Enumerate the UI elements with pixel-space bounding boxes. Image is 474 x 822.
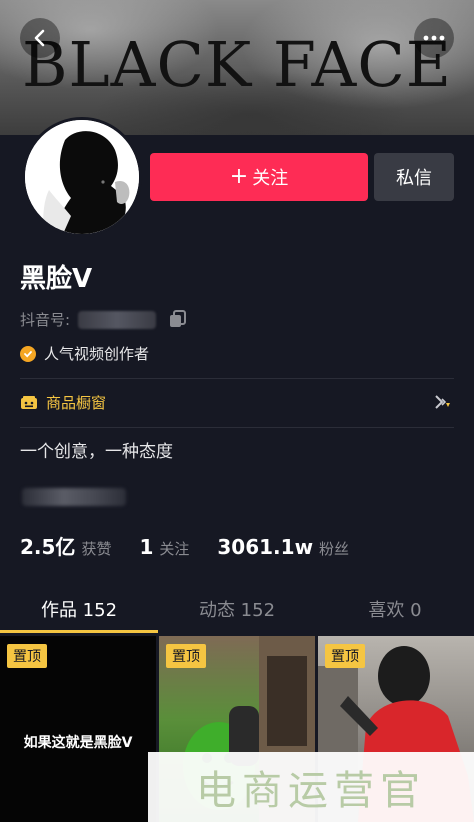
chevron-right-icon[interactable] [430,390,454,414]
stat-followers[interactable]: 3061.1w 粉丝 [217,535,349,559]
stat-likes[interactable]: 2.5亿 获赞 [20,531,111,560]
douyin-id-value-blurred [78,310,157,329]
avatar-silhouette [25,120,139,234]
stat-value: 1 [139,535,154,559]
pinned-badge: 置顶 [325,644,365,668]
tab-activity[interactable]: 动态 152 [158,588,316,634]
chevron-left-icon [34,29,45,47]
follow-button[interactable]: + 关注 [150,153,368,201]
divider [20,378,454,379]
pinned-badge: 置顶 [166,644,206,668]
video-thumbnail[interactable]: 置顶 如果这就是黑脸V [0,636,156,822]
content-tabs: 作品 152 动态 152 喜欢 0 [0,588,474,634]
active-tab-indicator [0,630,158,633]
avatar[interactable] [22,117,142,237]
tab-works[interactable]: 作品 152 [0,588,158,634]
stat-label: 获赞 [81,540,112,558]
profile-name: 黑脸V [20,264,93,294]
badge-label: 人气视频创作者 [44,345,150,363]
blurred-info [22,488,126,506]
stat-value: 3061.1w [217,535,314,559]
douyin-id-label: 抖音号: [20,311,71,329]
watermark: 电商运营官 [148,752,474,822]
creator-badge: 人气视频创作者 [20,343,149,364]
copy-icon[interactable] [168,309,188,329]
check-icon [20,345,36,362]
back-button[interactable] [20,18,60,58]
shop-window-link[interactable]: 商品橱窗 [20,392,106,413]
follow-label: 关注 [252,168,289,189]
banner-title: BLACK FACE [21,28,453,101]
stat-following[interactable]: 1 关注 [139,535,189,559]
profile-bio: 一个创意，一种态度 [20,442,173,462]
douyin-id-row: 抖音号: [20,309,157,330]
divider [20,427,454,428]
stat-label: 关注 [159,540,190,558]
stat-value: 2.5亿 [20,535,76,559]
tab-likes[interactable]: 喜欢 0 [316,588,474,634]
more-dots-icon [423,35,445,41]
stat-label: 粉丝 [319,540,350,558]
profile-stats: 2.5亿 获赞 1 关注 3061.1w 粉丝 [20,531,377,560]
plus-icon: + [229,164,249,189]
profile-banner: BLACK FACE [0,0,474,135]
message-label: 私信 [396,168,432,189]
watermark-text: 电商运营官 [196,768,426,814]
shop-label: 商品橱窗 [46,394,107,412]
message-button[interactable]: 私信 [374,153,454,201]
shop-icon [21,395,37,409]
more-button[interactable] [414,18,454,58]
video-caption: 如果这就是黑脸V [23,735,133,751]
pinned-badge: 置顶 [7,644,47,668]
